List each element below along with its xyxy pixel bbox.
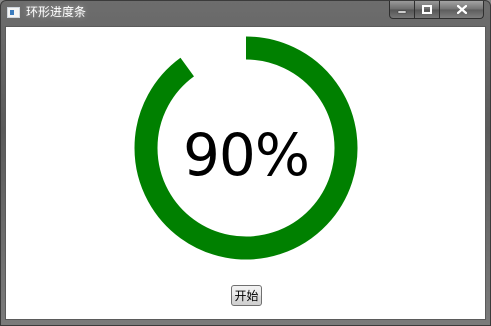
client-area: 90% 开始: [5, 26, 486, 320]
title-bar[interactable]: 环形进度条: [1, 1, 490, 25]
close-button[interactable]: [440, 1, 484, 19]
app-window-icon: [7, 7, 20, 18]
progress-percent-label: 90%: [183, 121, 310, 189]
maximize-button[interactable]: [415, 1, 440, 19]
maximize-icon: [422, 5, 432, 14]
minimize-icon: [397, 10, 407, 13]
caption-buttons: [389, 1, 484, 19]
close-icon: [456, 5, 467, 14]
minimize-button[interactable]: [389, 1, 415, 19]
window-title: 环形进度条: [26, 5, 87, 19]
app-window: 环形进度条 90% 开始: [0, 0, 491, 326]
start-button[interactable]: 开始: [231, 285, 262, 306]
